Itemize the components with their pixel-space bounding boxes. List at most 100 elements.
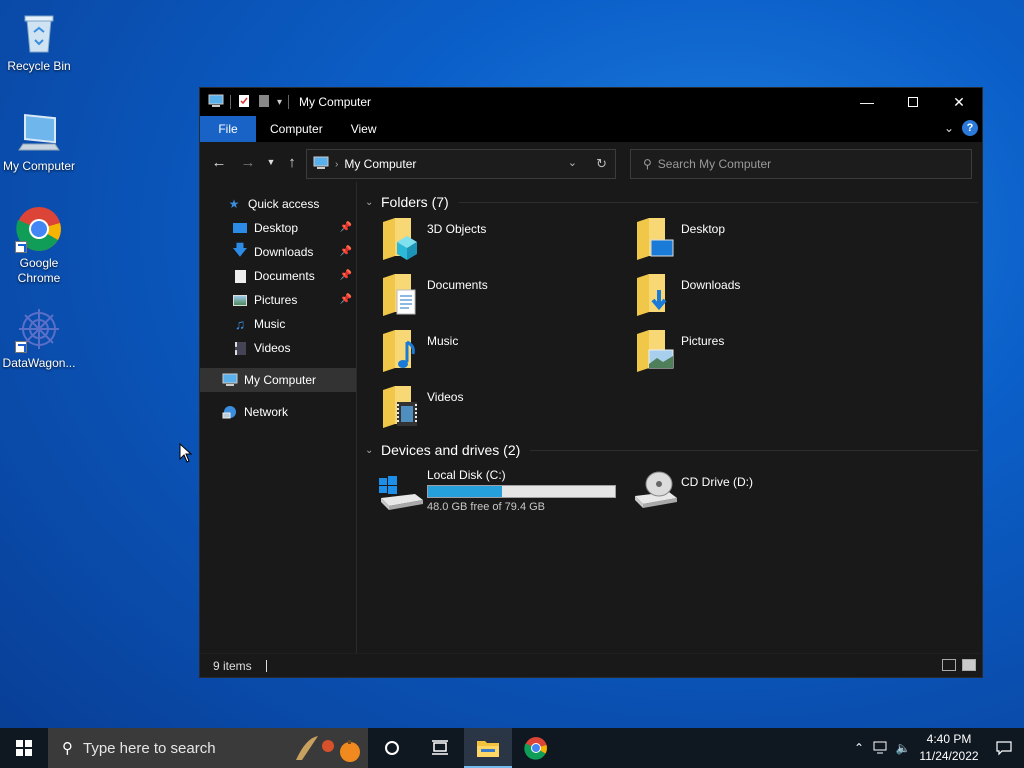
folder-name: Videos xyxy=(427,390,464,404)
pictures-folder-icon xyxy=(635,328,675,374)
nav-item-network[interactable]: Network xyxy=(200,400,356,424)
desktop-icon-google-chrome[interactable]: Google Chrome xyxy=(0,205,78,286)
large-icons-view-icon[interactable] xyxy=(962,659,976,671)
nav-item-label: Quick access xyxy=(248,197,320,211)
folder-icon xyxy=(477,741,499,757)
nav-item-label: Desktop xyxy=(254,221,299,235)
navigation-bar: ← → ▼ ↑ › My Computer ⌄ ↻ ⚲ xyxy=(200,142,982,182)
breadcrumb[interactable]: My Computer xyxy=(344,157,416,171)
divider xyxy=(265,659,267,672)
nav-item-music[interactable]: ♫ Music xyxy=(200,312,356,336)
drive-cd-d[interactable]: CD Drive (D:) xyxy=(631,466,885,516)
new-folder-icon[interactable] xyxy=(257,94,271,111)
nav-quick-access[interactable]: ★ Quick access xyxy=(200,192,356,216)
help-icon[interactable]: ? xyxy=(962,120,978,136)
folder-pictures[interactable]: Pictures xyxy=(635,328,889,376)
expand-ribbon-chevron-icon[interactable]: ⌄ xyxy=(944,121,954,135)
search-icon: ⚲ xyxy=(62,740,73,757)
3d-objects-folder-icon xyxy=(381,216,421,262)
folders-grid: 3D Objects Desktop Documents Downloads M… xyxy=(365,216,982,432)
show-hidden-icons-chevron-icon[interactable]: ⌃ xyxy=(848,728,870,768)
folder-name: Desktop xyxy=(681,222,726,236)
address-dropdown-chevron-icon[interactable]: ⌄ xyxy=(568,156,577,169)
desktop-icon-my-computer[interactable]: My Computer xyxy=(0,108,78,174)
computer-icon xyxy=(313,156,329,173)
folder-documents[interactable]: Documents xyxy=(381,272,635,320)
back-arrow-icon[interactable]: ← xyxy=(208,151,230,173)
folder-desktop[interactable]: Desktop xyxy=(635,216,889,264)
taskbar: ⚲ Type here to search ⌃ 🔈 4:40 PM 11/24/… xyxy=(0,728,1024,768)
volume-icon[interactable]: 🔈 xyxy=(892,728,914,768)
folder-3d-objects[interactable]: 3D Objects xyxy=(381,216,635,264)
search-input[interactable] xyxy=(657,157,938,171)
up-arrow-icon[interactable]: ↑ xyxy=(281,151,303,173)
close-button[interactable]: ✕ xyxy=(936,88,982,116)
nav-item-label: Documents xyxy=(254,269,315,283)
cd-drive-icon xyxy=(631,466,679,512)
pin-icon: 📌 xyxy=(339,222,352,233)
computer-icon xyxy=(208,94,224,111)
folders-group-header[interactable]: ⌄ Folders (7) xyxy=(365,190,982,214)
recycle-bin-icon xyxy=(15,8,63,56)
nav-item-pictures[interactable]: Pictures 📌 xyxy=(200,288,356,312)
refresh-icon[interactable]: ↻ xyxy=(596,156,607,172)
folder-name: Pictures xyxy=(681,334,725,348)
computer-icon xyxy=(15,108,63,156)
windows-logo-icon xyxy=(16,740,32,756)
window-title: My Computer xyxy=(299,95,372,109)
desktop-icon-recycle-bin[interactable]: Recycle Bin xyxy=(0,8,78,74)
folder-downloads[interactable]: Downloads xyxy=(635,272,889,320)
details-view-icon[interactable] xyxy=(942,659,956,671)
content-pane[interactable]: ⌄ Folders (7) 3D Objects Desktop Documen… xyxy=(357,182,982,655)
nav-item-documents[interactable]: Documents 📌 xyxy=(200,264,356,288)
nav-item-my-computer[interactable]: My Computer xyxy=(200,368,356,392)
minimize-button[interactable]: — xyxy=(844,88,890,116)
address-bar[interactable]: › My Computer ⌄ ↻ xyxy=(306,149,616,179)
title-bar[interactable]: ▾ My Computer — ✕ xyxy=(200,88,982,116)
status-bar: 9 items xyxy=(200,653,982,677)
taskbar-search-box[interactable]: ⚲ Type here to search xyxy=(48,728,368,768)
drive-usage-bar xyxy=(427,485,616,498)
divider xyxy=(288,95,290,109)
network-status-icon[interactable] xyxy=(870,728,892,768)
folder-music[interactable]: Music xyxy=(381,328,635,376)
clock[interactable]: 4:40 PM 11/24/2022 xyxy=(914,731,984,765)
drive-local-disk-c[interactable]: Local Disk (C:) 48.0 GB free of 79.4 GB xyxy=(377,466,631,516)
forward-arrow-icon[interactable]: → xyxy=(237,151,259,173)
notification-center-button[interactable] xyxy=(984,728,1024,768)
drive-name: Local Disk (C:) xyxy=(427,468,506,482)
videos-folder-icon xyxy=(381,384,421,430)
breadcrumb-separator-icon[interactable]: › xyxy=(335,159,338,170)
nav-item-downloads[interactable]: 🡇 Downloads 📌 xyxy=(200,240,356,264)
start-button[interactable] xyxy=(0,728,48,768)
pin-icon: 📌 xyxy=(339,246,352,257)
tab-computer[interactable]: Computer xyxy=(256,116,337,142)
folder-videos[interactable]: Videos xyxy=(381,384,635,432)
tab-view[interactable]: View xyxy=(337,116,391,142)
recent-locations-chevron-icon[interactable]: ▼ xyxy=(260,151,282,173)
ribbon-tabs: File Computer View ⌄ ? xyxy=(200,116,982,142)
search-box[interactable]: ⚲ xyxy=(630,149,972,179)
task-view-button[interactable] xyxy=(416,728,464,768)
taskbar-search-placeholder: Type here to search xyxy=(83,739,216,757)
taskbar-file-explorer[interactable] xyxy=(464,728,512,768)
navigation-pane[interactable]: ★ Quick access Desktop 📌 🡇 Downloads 📌 D… xyxy=(200,182,357,655)
taskbar-chrome[interactable] xyxy=(512,728,560,768)
properties-icon[interactable] xyxy=(237,94,251,111)
cortana-circle-icon xyxy=(385,741,399,755)
clock-time: 4:40 PM xyxy=(926,732,972,746)
shortcut-arrow-icon xyxy=(15,341,27,353)
nav-item-videos[interactable]: Videos xyxy=(200,336,356,360)
chevron-down-icon[interactable]: ⌄ xyxy=(365,197,379,208)
cortana-button[interactable] xyxy=(368,728,416,768)
nav-item-desktop[interactable]: Desktop 📌 xyxy=(200,216,356,240)
maximize-button[interactable] xyxy=(890,88,936,116)
customize-qat-icon[interactable]: ▾ xyxy=(277,97,282,108)
chevron-down-icon[interactable]: ⌄ xyxy=(365,445,379,456)
system-tray: ⌃ 🔈 4:40 PM 11/24/2022 xyxy=(848,728,1024,768)
desktop-icon-datawagon[interactable]: DataWagon... xyxy=(0,305,78,371)
devices-group-header[interactable]: ⌄ Devices and drives (2) xyxy=(365,438,982,462)
tab-file[interactable]: File xyxy=(200,116,256,142)
windows-drive-icon xyxy=(377,466,425,512)
drive-free-space: 48.0 GB free of 79.4 GB xyxy=(427,501,546,513)
